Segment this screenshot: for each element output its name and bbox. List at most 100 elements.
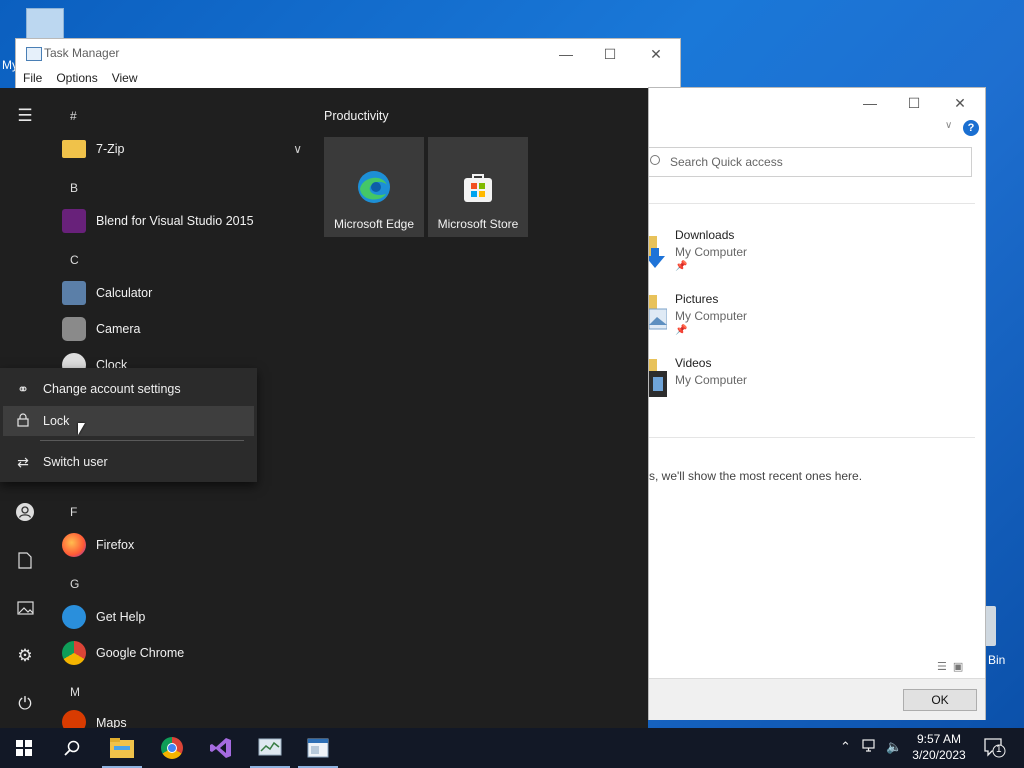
ok-button[interactable]: OK <box>903 689 977 711</box>
menu-bar: File Options View <box>23 71 138 85</box>
maximize-button[interactable]: ☐ <box>891 90 937 116</box>
notification-center-icon[interactable]: 1 <box>984 738 1006 761</box>
menu-view[interactable]: View <box>112 71 138 85</box>
settings-gear-icon[interactable]: ⚙ <box>14 645 36 667</box>
app-label: Firefox <box>96 538 135 552</box>
quick-access-item[interactable]: Pictures My Computer <box>675 292 747 323</box>
group-header[interactable]: B <box>70 181 78 195</box>
app-item-google-chrome[interactable]: Google Chrome <box>62 638 312 668</box>
taskbar-file-explorer[interactable] <box>98 728 146 768</box>
power-icon[interactable]: ⏻ <box>14 693 36 715</box>
close-button[interactable]: ✕ <box>937 90 983 116</box>
ribbon-expand-chevron-icon[interactable]: ∨ <box>945 120 952 131</box>
app-item-get-help[interactable]: Get Help <box>62 602 312 632</box>
app-item-calculator[interactable]: Calculator <box>62 278 312 308</box>
divider <box>649 203 975 204</box>
edge-icon <box>356 169 392 205</box>
minimize-button[interactable]: — <box>543 41 589 67</box>
app-item-7zip[interactable]: 7-Zip ∨ <box>62 134 312 164</box>
file-explorer-icon <box>110 738 134 758</box>
search-button[interactable] <box>48 728 96 768</box>
app-label: Google Chrome <box>96 646 185 660</box>
quick-access-item[interactable]: Videos My Computer <box>675 356 747 387</box>
chrome-icon <box>161 737 183 759</box>
documents-icon[interactable] <box>14 549 36 571</box>
view-toggle: ☰ ▣ <box>937 660 963 673</box>
recycle-bin-label: Bin <box>988 653 1006 667</box>
folder-icon <box>62 140 86 158</box>
camera-icon <box>62 317 86 341</box>
details-view-icon[interactable]: ☰ <box>937 660 947 673</box>
menu-item-label: Change account settings <box>43 382 181 396</box>
menu-options[interactable]: Options <box>56 71 97 85</box>
tile-label: Microsoft Edge <box>333 217 415 231</box>
dialog-button-bar: OK <box>649 678 985 720</box>
start-button[interactable] <box>0 728 48 768</box>
taskbar-chrome[interactable] <box>148 728 196 768</box>
search-input[interactable]: Search Quick access <box>649 147 972 177</box>
pin-icon: 📌 <box>675 261 688 272</box>
tile-label: Microsoft Store <box>437 217 519 231</box>
item-location: My Computer <box>675 373 748 387</box>
group-header[interactable]: G <box>70 577 79 591</box>
hamburger-menu-icon[interactable]: ☰ <box>14 105 36 127</box>
taskbar-task-manager[interactable] <box>246 728 294 768</box>
user-account-icon[interactable] <box>14 501 36 523</box>
calculator-icon <box>62 281 86 305</box>
taskbar-clock[interactable]: 9:57 AM 3/20/2023 <box>906 731 972 763</box>
visual-studio-icon <box>210 738 231 758</box>
tile-microsoft-edge[interactable]: Microsoft Edge <box>324 137 424 237</box>
pin-icon: 📌 <box>675 325 688 336</box>
tile-microsoft-store[interactable]: Microsoft Store <box>428 137 528 237</box>
divider <box>40 440 244 441</box>
blend-icon <box>62 209 86 233</box>
taskbar: ⌃ 🔈 9:57 AM 3/20/2023 1 <box>0 728 1024 768</box>
task-manager-icon <box>26 47 42 61</box>
clock-time: 9:57 AM <box>916 732 962 746</box>
close-button[interactable]: ✕ <box>633 41 679 67</box>
help-icon[interactable]: ? <box>963 120 979 136</box>
taskbar-window[interactable] <box>294 728 342 768</box>
minimize-button[interactable]: — <box>847 90 893 116</box>
show-hidden-icons-chevron-icon[interactable]: ⌃ <box>840 739 851 755</box>
app-item-maps[interactable]: Maps <box>62 710 312 728</box>
window-icon <box>307 738 329 758</box>
network-icon[interactable] <box>862 739 878 756</box>
lock-icon <box>13 412 33 430</box>
taskbar-visual-studio[interactable] <box>197 728 245 768</box>
group-header[interactable]: M <box>70 685 80 699</box>
search-placeholder: Search Quick access <box>670 155 783 169</box>
volume-icon[interactable]: 🔈 <box>886 739 902 755</box>
quick-access-item[interactable]: Downloads My Computer <box>675 228 747 259</box>
item-name: Pictures <box>675 292 719 306</box>
chevron-down-icon[interactable]: ∨ <box>293 142 302 156</box>
user-settings-icon: ⚭ <box>17 380 29 397</box>
clock-date: 3/20/2023 <box>912 748 966 762</box>
chrome-icon <box>62 641 86 665</box>
group-header[interactable]: # <box>70 109 77 123</box>
app-item-firefox[interactable]: Firefox <box>62 530 312 560</box>
app-item-blend[interactable]: Blend for Visual Studio 2015 <box>62 206 312 236</box>
pictures-folder-icon <box>648 295 668 330</box>
menu-item-change-account-settings[interactable]: ⚭ Change account settings <box>0 374 257 404</box>
menu-file[interactable]: File <box>23 71 42 85</box>
pictures-icon[interactable] <box>14 597 36 619</box>
app-label: 7-Zip <box>96 142 125 156</box>
mouse-cursor-icon <box>78 423 85 435</box>
windows-logo-icon <box>16 740 32 756</box>
tile-group-title: Productivity <box>324 109 389 123</box>
store-icon <box>460 169 496 205</box>
maximize-button[interactable]: ☐ <box>587 41 633 67</box>
large-icons-view-icon[interactable]: ▣ <box>953 660 963 673</box>
videos-folder-icon <box>649 359 667 397</box>
downloads-folder-icon <box>645 236 667 268</box>
account-flyout-menu: ⚭ Change account settings Lock ⇄ Switch … <box>0 368 257 482</box>
item-location: My Computer <box>675 245 748 259</box>
group-header[interactable]: F <box>70 505 77 519</box>
app-label: Maps <box>96 716 127 728</box>
menu-item-lock[interactable]: Lock <box>3 406 254 436</box>
app-item-camera[interactable]: Camera <box>62 314 312 344</box>
menu-item-label: Lock <box>43 414 70 428</box>
menu-item-switch-user[interactable]: ⇄ Switch user <box>0 447 257 477</box>
group-header[interactable]: C <box>70 253 79 267</box>
